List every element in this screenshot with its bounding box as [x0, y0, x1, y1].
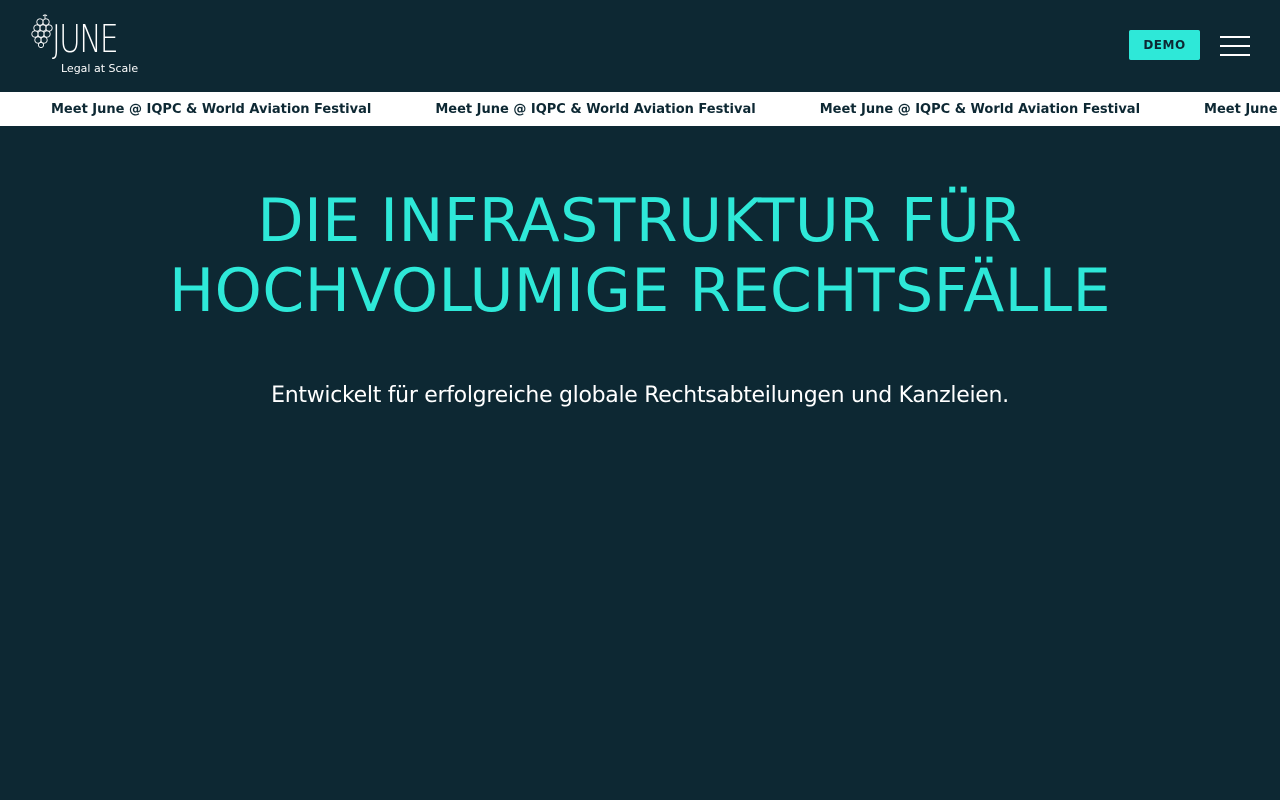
menu-line — [1220, 54, 1250, 56]
hero-title: DIE INFRASTRUKTUR FÜR HOCHVOLUMIGE RECHT… — [0, 186, 1280, 326]
ticker-item[interactable]: Meet June @ IQPC & World Aviation Festiv… — [51, 102, 371, 117]
hero-title-line-1: DIE INFRASTRUKTUR FÜR — [257, 186, 1023, 256]
logo-wordmark: JUNE — [52, 17, 119, 61]
menu-line — [1220, 45, 1250, 47]
hero-section: DIE INFRASTRUKTUR FÜR HOCHVOLUMIGE RECHT… — [0, 126, 1280, 800]
logo[interactable]: JUNE Legal at Scale — [30, 14, 138, 78]
logo-tagline: Legal at Scale — [61, 62, 139, 75]
ticker-item[interactable]: Meet June @ IQPC & World Aviation Festiv… — [435, 102, 755, 117]
ticker-item[interactable]: Meet June @ IQPC & World Aviation Festiv… — [820, 102, 1140, 117]
menu-line — [1220, 36, 1250, 38]
hero-subtitle: Entwickelt für erfolgreiche globale Rech… — [271, 383, 1009, 408]
demo-button[interactable]: DEMO — [1129, 30, 1200, 60]
hamburger-menu-icon[interactable] — [1218, 33, 1252, 59]
hero-title-line-2: HOCHVOLUMIGE RECHTSFÄLLE — [168, 256, 1112, 326]
ticker-track: Meet June @ IQPC & World Aviation Festiv… — [51, 92, 1280, 126]
ticker-item[interactable]: Meet June @ IQPC & World Aviation Festiv… — [1204, 102, 1280, 117]
site-header: JUNE Legal at Scale DEMO — [0, 0, 1280, 92]
announcement-ticker: Meet June @ IQPC & World Aviation Festiv… — [0, 92, 1280, 126]
